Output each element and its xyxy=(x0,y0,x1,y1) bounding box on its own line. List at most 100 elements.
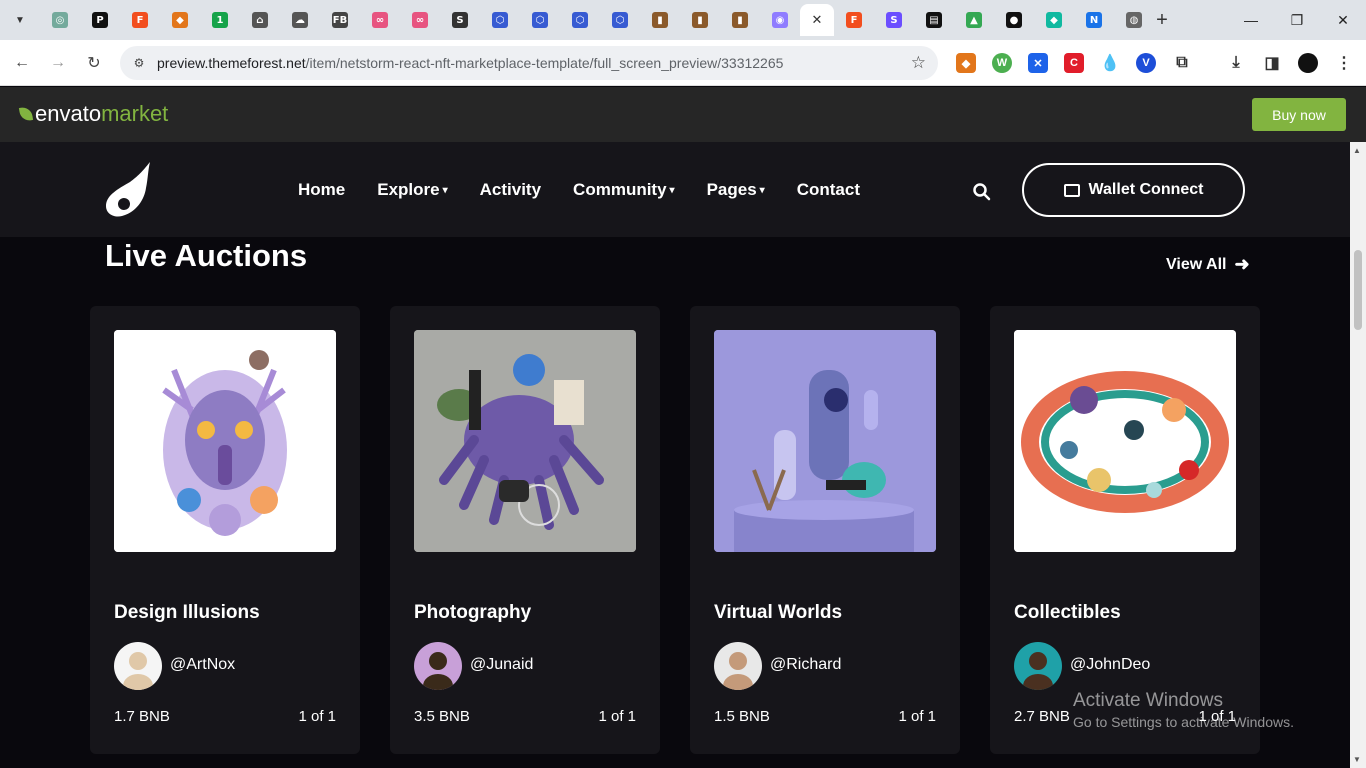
chevron-down-icon: ▾ xyxy=(442,184,448,196)
drop-extension-icon[interactable]: 💧 xyxy=(1100,53,1120,73)
house-icon: ⌂ xyxy=(252,12,268,28)
browser-tab[interactable]: ∞ xyxy=(360,4,400,36)
nav-explore[interactable]: Explore ▾ xyxy=(377,180,447,200)
back-arrow-icon[interactable]: ← xyxy=(10,51,34,75)
cloud-icon: ☁ xyxy=(292,12,308,28)
cross-extension-icon[interactable]: ✕ xyxy=(1028,53,1048,73)
search-icon[interactable] xyxy=(972,182,992,202)
diamond-icon: ◆ xyxy=(1046,12,1062,28)
avatar[interactable] xyxy=(714,642,762,690)
browser-tab[interactable]: ▮ xyxy=(680,4,720,36)
reload-icon[interactable]: ↻ xyxy=(82,51,106,75)
auction-card[interactable]: Design Illusions @ArtNox 1.7 BNB 1 of 1 xyxy=(90,306,360,754)
pink-logo-icon: ∞ xyxy=(372,12,388,28)
browser-tab[interactable]: ∞ xyxy=(400,4,440,36)
browser-tab[interactable]: ● xyxy=(994,4,1034,36)
scroll-down-icon[interactable]: ▼ xyxy=(1353,755,1361,764)
card-title[interactable]: Photography xyxy=(414,602,531,624)
creator-handle[interactable]: @Junaid xyxy=(470,656,533,674)
envato-leaf-icon xyxy=(18,106,34,122)
address-bar[interactable]: ⚙ preview.themeforest.net/item/netstorm-… xyxy=(120,46,938,80)
auction-card[interactable]: Collectibles @JohnDeo 2.7 BNB 1 of 1 xyxy=(990,306,1260,754)
nft-artwork-image[interactable] xyxy=(1014,330,1236,552)
browser-tab[interactable]: F xyxy=(834,4,874,36)
creator-handle[interactable]: @JohnDeo xyxy=(1070,656,1150,674)
card-price: 3.5 BNB xyxy=(414,708,470,725)
netstorm-logo-icon[interactable] xyxy=(104,162,152,218)
view-all-link[interactable]: View All ➜ xyxy=(1166,254,1250,275)
browser-tab[interactable]: ☁ xyxy=(280,4,320,36)
card-title[interactable]: Collectibles xyxy=(1014,602,1121,624)
forward-arrow-icon[interactable]: → xyxy=(46,51,70,75)
browser-tab[interactable]: S xyxy=(874,4,914,36)
minimize-button[interactable]: — xyxy=(1228,8,1274,32)
nav-home[interactable]: Home xyxy=(298,180,345,200)
browser-tab[interactable]: ◉ xyxy=(760,4,800,36)
active-browser-tab[interactable]: ✕ xyxy=(800,4,834,36)
browser-tab[interactable]: N xyxy=(1074,4,1114,36)
auction-card[interactable]: Virtual Worlds @Richard 1.5 BNB 1 of 1 xyxy=(690,306,960,754)
browser-tab[interactable]: ◎ xyxy=(40,4,80,36)
nav-activity[interactable]: Activity xyxy=(480,180,541,200)
browser-tab[interactable]: ⬡ xyxy=(560,4,600,36)
nav-community[interactable]: Community ▾ xyxy=(573,180,675,200)
auction-card[interactable]: Photography @Junaid 3.5 BNB 1 of 1 xyxy=(390,306,660,754)
card-price: 2.7 BNB xyxy=(1014,708,1070,725)
browser-tab[interactable]: ◆ xyxy=(1034,4,1074,36)
browser-tab[interactable]: ⬡ xyxy=(520,4,560,36)
site-settings-icon[interactable]: ⚙ xyxy=(130,54,148,72)
browser-tab[interactable]: ▮ xyxy=(640,4,680,36)
tab-search-chevron-icon[interactable]: ▼ xyxy=(8,8,32,32)
browser-tab[interactable]: ⬡ xyxy=(600,4,640,36)
browser-tab[interactable]: FB xyxy=(320,4,360,36)
side-panel-icon[interactable]: ◨ xyxy=(1262,53,1282,73)
avatar[interactable] xyxy=(114,642,162,690)
whatsapp-extension-icon[interactable]: W xyxy=(992,53,1012,73)
nav-contact[interactable]: Contact xyxy=(797,180,860,200)
avatar[interactable] xyxy=(414,642,462,690)
page-scrollbar[interactable]: ▲ ▼ xyxy=(1350,142,1366,768)
browser-tab[interactable]: ◍ xyxy=(1114,4,1154,36)
nft-artwork-image[interactable] xyxy=(414,330,636,552)
kebab-menu-icon[interactable]: ⋮ xyxy=(1334,53,1354,73)
browser-tab[interactable]: F xyxy=(120,4,160,36)
nft-artwork-image[interactable] xyxy=(114,330,336,552)
browser-tab[interactable]: ▮ xyxy=(720,4,760,36)
buy-now-button[interactable]: Buy now xyxy=(1252,98,1346,131)
c-extension-icon[interactable]: C xyxy=(1064,53,1084,73)
puzzle-extensions-icon[interactable]: ⧉ xyxy=(1172,53,1192,73)
download-icon[interactable]: ⤓ xyxy=(1226,53,1246,73)
nav-pages[interactable]: Pages ▾ xyxy=(707,180,765,200)
browser-tab[interactable]: ⬡ xyxy=(480,4,520,36)
card-price: 1.5 BNB xyxy=(714,708,770,725)
card-title[interactable]: Design Illusions xyxy=(114,602,260,624)
restore-button[interactable]: ❐ xyxy=(1274,8,1320,32)
avatar[interactable] xyxy=(1014,642,1062,690)
url-host: preview.themeforest.net xyxy=(157,55,306,71)
close-tab-icon[interactable]: ✕ xyxy=(812,12,823,28)
v-extension-icon[interactable]: V xyxy=(1136,53,1156,73)
fb-icon: FB xyxy=(332,12,348,28)
close-window-button[interactable]: ✕ xyxy=(1320,8,1366,32)
nft-artwork-image[interactable] xyxy=(714,330,936,552)
browser-tab[interactable]: ▲ xyxy=(954,4,994,36)
profile-avatar[interactable] xyxy=(1298,53,1318,73)
wallet-connect-button[interactable]: Wallet Connect xyxy=(1022,163,1245,217)
new-tab-button[interactable]: + xyxy=(1150,8,1174,32)
arrow-right-icon: ➜ xyxy=(1234,254,1250,274)
scrollbar-thumb[interactable] xyxy=(1354,250,1362,330)
url-text[interactable]: preview.themeforest.net/item/netstorm-re… xyxy=(157,55,783,71)
browser-tab[interactable]: ⌂ xyxy=(240,4,280,36)
browser-tab[interactable]: ▤ xyxy=(914,4,954,36)
card-title[interactable]: Virtual Worlds xyxy=(714,602,842,624)
browser-tab[interactable]: P xyxy=(80,4,120,36)
bookmark-star-icon[interactable]: ☆ xyxy=(911,53,926,73)
scroll-up-icon[interactable]: ▲ xyxy=(1353,146,1361,155)
browser-tab[interactable]: ◆ xyxy=(160,4,200,36)
envato-logo[interactable]: envato market xyxy=(18,101,168,127)
browser-tab[interactable]: S xyxy=(440,4,480,36)
creator-handle[interactable]: @Richard xyxy=(770,656,841,674)
creator-handle[interactable]: @ArtNox xyxy=(170,656,235,674)
browser-tab[interactable]: 1 xyxy=(200,4,240,36)
metamask-extension-icon[interactable]: ◆ xyxy=(956,53,976,73)
